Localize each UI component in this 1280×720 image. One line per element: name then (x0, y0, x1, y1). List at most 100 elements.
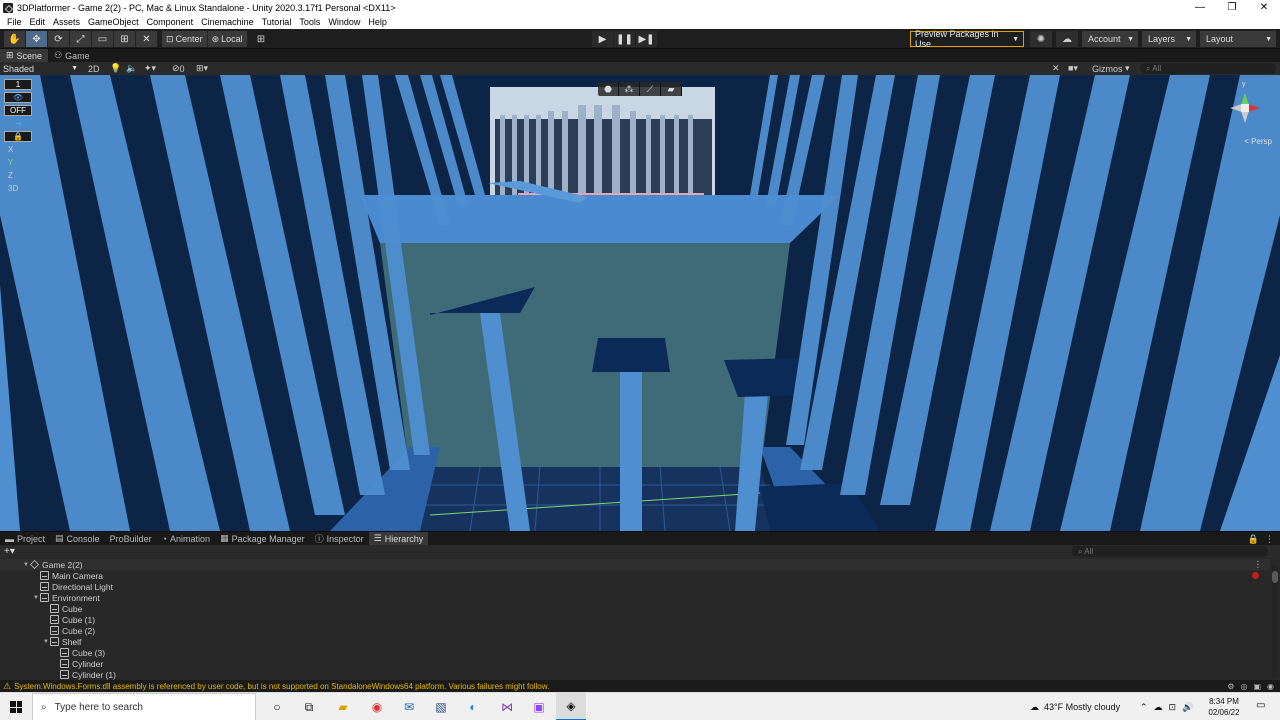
app-icon[interactable]: ▧ (426, 693, 456, 720)
list-item[interactable]: Cube (2) (0, 625, 95, 636)
list-item[interactable]: ▼ Shelf (0, 636, 81, 647)
snap-increment-field[interactable]: 1 (4, 79, 32, 90)
close-button[interactable]: ✕ (1248, 0, 1280, 15)
chrome-icon[interactable]: ◉ (362, 693, 392, 720)
tab-console[interactable]: ▤ Console (50, 532, 105, 545)
list-item[interactable]: Main Camera (0, 570, 103, 581)
add-object-button[interactable]: +▾ (4, 545, 15, 558)
tab-game[interactable]: ⚇ Game (48, 49, 96, 62)
x-axis-toggle[interactable]: X (4, 144, 34, 155)
pivot-local-button[interactable]: ⊛ Local (207, 31, 248, 47)
scrollbar-thumb[interactable] (1272, 571, 1278, 583)
edge-icon[interactable]: ⟋ (640, 82, 661, 96)
scene-search-input[interactable]: ⌕ All (1140, 63, 1276, 74)
toggle-2d-button[interactable]: 2D (88, 62, 100, 75)
audio-icon[interactable]: 🔈 (126, 62, 137, 75)
clock[interactable]: 8:34 PM 02/06/22 (1202, 696, 1246, 718)
twitch-icon[interactable]: ▣ (524, 693, 554, 720)
chevron-up-icon[interactable]: ⌃ (1140, 702, 1148, 713)
menu-window[interactable]: Window (324, 17, 364, 27)
tools-icon[interactable]: ✕ (1052, 62, 1060, 75)
rotate-tool-icon[interactable]: ⟳ (48, 31, 70, 47)
menu-file[interactable]: File (3, 17, 26, 27)
maximize-button[interactable]: ❐ (1216, 0, 1248, 15)
camera-icon[interactable]: ■▾ (1068, 62, 1078, 75)
cache-icon[interactable]: ▣ (1253, 682, 1261, 691)
taskbar-search-input[interactable]: ⌕ Type here to search (32, 693, 256, 720)
list-item[interactable]: Directional Light (0, 581, 113, 592)
custom-tool-icon[interactable]: ✕ (136, 31, 158, 47)
fold-down-icon[interactable]: ▼ (42, 639, 50, 645)
menu-tools[interactable]: Tools (295, 17, 324, 27)
lock-icon[interactable]: 🔒 (1244, 532, 1263, 545)
y-axis-toggle[interactable]: Y (4, 157, 34, 168)
debug-icon[interactable]: ⚙ (1227, 682, 1234, 691)
orientation-gizmo[interactable]: y (1220, 81, 1270, 143)
minimize-button[interactable]: — (1184, 0, 1216, 15)
list-item[interactable]: Cylinder (1) (0, 669, 116, 680)
volume-icon[interactable]: 🔊 (1182, 702, 1193, 713)
mode-3d-toggle[interactable]: 3D (4, 183, 34, 194)
hierarchy-scrollbar[interactable] (1272, 565, 1278, 677)
notification-icon[interactable]: ▭ (1256, 700, 1270, 714)
pause-button[interactable]: ❚❚ (614, 31, 636, 47)
list-item[interactable]: Cube (0, 603, 82, 614)
tab-project[interactable]: ▬ Project (0, 532, 50, 545)
unity-taskbar-icon[interactable]: ◈ (556, 693, 586, 720)
rect-tool-icon[interactable]: ▭ (92, 31, 114, 47)
fold-down-icon[interactable]: ▼ (22, 562, 30, 568)
file-explorer-icon[interactable]: ▰ (328, 693, 358, 720)
cube-icon[interactable]: ⬣ (598, 82, 619, 96)
status-bar[interactable]: ⚠ System.Windows.Forms.dll assembly is r… (0, 680, 1280, 692)
visual-studio-icon[interactable]: ⋈ (492, 693, 522, 720)
vertex-icon[interactable]: ⁂ (619, 82, 640, 96)
start-button[interactable] (0, 693, 32, 720)
tab-package-manager[interactable]: ▦ Package Manager (215, 532, 310, 545)
shading-mode-dropdown[interactable]: Shaded ▼ (0, 62, 82, 75)
pivot-center-button[interactable]: ⊡ Center (162, 31, 208, 47)
snap-off-toggle[interactable]: OFF (4, 105, 32, 116)
list-item[interactable]: ▼ Environment (0, 592, 100, 603)
effects-icon[interactable]: ✦▾ (144, 62, 156, 75)
menu-help[interactable]: Help (364, 17, 391, 27)
move-tool-icon[interactable]: ✥ (26, 31, 48, 47)
grid-toggle-icon[interactable]: ⊞▾ (196, 62, 208, 75)
hierarchy-search-input[interactable]: ⌕ All (1072, 546, 1268, 557)
tab-inspector[interactable]: ⓘ Inspector (310, 532, 369, 545)
more-options-icon[interactable]: ⋮ (1263, 532, 1280, 545)
preview-packages-dropdown[interactable]: Preview Packages in Use ▼ (910, 29, 1024, 49)
tab-probuilder[interactable]: ProBuilder (105, 532, 157, 545)
hand-tool-icon[interactable]: ✋ (4, 31, 26, 47)
tab-hierarchy[interactable]: ☰ Hierarchy (368, 532, 429, 545)
task-view-icon[interactable]: ⧉ (294, 693, 324, 720)
menu-edit[interactable]: Edit (26, 17, 50, 27)
cortana-icon[interactable]: ○ (262, 693, 292, 720)
weather-widget[interactable]: ☁ 43°F Mostly cloudy (1030, 693, 1120, 720)
network-icon[interactable]: ⊡ (1169, 702, 1177, 713)
scene-view[interactable]: ⬣ ⁂ ⟋ ▰ 1 👁 OFF ➜ 🔒 X Y Z 3D y < Persp (0, 75, 1280, 531)
step-button[interactable]: ▶❚ (636, 31, 658, 47)
layout-dropdown[interactable]: Layout ▼ (1200, 31, 1276, 47)
cloud-icon[interactable]: ☁ (1056, 31, 1078, 47)
gizmos-dropdown[interactable]: Gizmos ▾ (1092, 62, 1130, 75)
list-item[interactable]: Cylinder (0, 658, 103, 669)
grid-snap-icon[interactable]: ⊞ (250, 31, 272, 47)
projection-label[interactable]: < Persp (1244, 137, 1272, 146)
menu-component[interactable]: Component (143, 17, 198, 27)
progress-icon[interactable]: ◎ (1240, 682, 1247, 691)
scene-root-row[interactable]: ▼ Game 2(2) ⋮ (0, 559, 1270, 570)
layers-dropdown[interactable]: Layers ▼ (1142, 31, 1196, 47)
snap-arrow-icon[interactable]: ➜ (4, 118, 34, 129)
tab-scene[interactable]: ⊞ Scene (0, 49, 49, 62)
z-axis-toggle[interactable]: Z (4, 170, 34, 181)
face-icon[interactable]: ▰ (661, 82, 682, 96)
menu-cinemachine[interactable]: Cinemachine (197, 17, 258, 27)
onedrive-icon[interactable]: ☁ (1154, 702, 1163, 713)
visibility-icon[interactable]: 👁 (4, 92, 32, 103)
tab-animation[interactable]: ◔ Animation (157, 532, 215, 545)
auto-generate-icon[interactable]: ◉ (1267, 682, 1274, 691)
account-dropdown[interactable]: Account ▼ (1082, 31, 1138, 47)
lighting-icon[interactable]: 💡 (110, 62, 121, 75)
edge-icon[interactable]: ◐ (458, 693, 488, 720)
mail-icon[interactable]: ✉ (394, 693, 424, 720)
